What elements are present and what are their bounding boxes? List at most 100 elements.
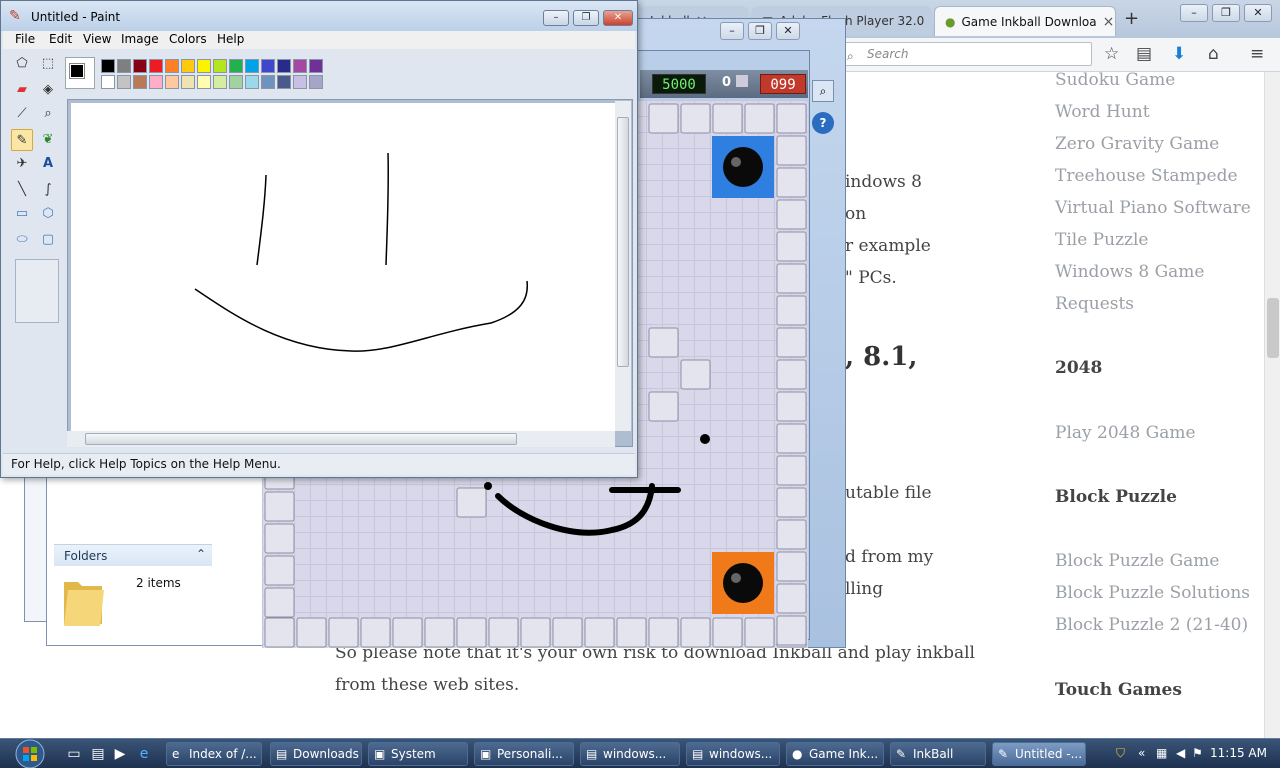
minimize-button[interactable]: – (720, 22, 744, 40)
help-icon[interactable]: ? (812, 112, 834, 134)
magnifier-icon[interactable]: ⌕ (37, 103, 59, 125)
tab-game-inkball[interactable]: ● Game Inkball Downloa × (934, 6, 1116, 36)
show-desktop-icon[interactable]: ▭ (64, 744, 84, 764)
text-tool-icon[interactable]: A (37, 153, 59, 175)
maximize-button[interactable]: ❐ (1212, 4, 1240, 22)
scrollbar-thumb[interactable] (617, 117, 629, 367)
search-icon[interactable]: ⌕ (812, 80, 834, 102)
brush-icon[interactable]: ❦ (37, 129, 59, 151)
minimize-button[interactable]: – (543, 10, 569, 26)
free-select-icon[interactable]: ⬠ (11, 53, 33, 75)
menu-file[interactable]: File (15, 32, 35, 46)
explorer-icon[interactable]: ▤ (88, 744, 108, 764)
taskbar-button[interactable]: ▣ Personali... (474, 742, 574, 766)
menu-image[interactable]: Image (121, 32, 159, 46)
airbrush-icon[interactable]: ✈ (11, 153, 33, 175)
foreground-color[interactable] (69, 63, 85, 79)
tool-options-box[interactable] (15, 259, 59, 323)
network-icon[interactable]: ▦ (1156, 746, 1167, 760)
folders-pane-header[interactable]: Folders ⌃ (54, 544, 212, 566)
palette-swatch[interactable] (309, 59, 323, 73)
taskbar-button[interactable]: ▤ Downloads (270, 742, 362, 766)
menu-help[interactable]: Help (217, 32, 244, 46)
maximize-button[interactable]: ❐ (573, 10, 599, 26)
ellipse-tool-icon[interactable]: ⬭ (11, 229, 33, 251)
menu-view[interactable]: View (83, 32, 111, 46)
sidebar-link[interactable]: Block Puzzle Game (1055, 551, 1220, 571)
line-tool-icon[interactable]: ╲ (11, 179, 33, 201)
sidebar-link[interactable]: Treehouse Stampede (1055, 166, 1238, 186)
sidebar-link[interactable]: Block Puzzle 2 (21-40) (1055, 615, 1248, 635)
palette-swatch[interactable] (261, 59, 275, 73)
palette-swatch[interactable] (117, 59, 131, 73)
scrollbar-thumb[interactable] (1267, 298, 1279, 358)
pencil-icon[interactable]: ✎ (11, 129, 33, 151)
chevron-icon[interactable]: « (1138, 746, 1145, 760)
taskbar-button[interactable]: e Index of /... (166, 742, 262, 766)
taskbar-button[interactable]: ▤ windows... (686, 742, 780, 766)
sidebar-link[interactable]: Play 2048 Game (1055, 423, 1196, 443)
volume-icon[interactable]: ◀ (1176, 746, 1185, 760)
palette-swatch[interactable] (277, 59, 291, 73)
palette-swatch[interactable] (149, 75, 163, 89)
palette-swatch[interactable] (277, 75, 291, 89)
palette-swatch[interactable] (133, 75, 147, 89)
palette-swatch[interactable] (293, 75, 307, 89)
minimize-button[interactable]: – (1180, 4, 1208, 22)
palette-swatch[interactable] (309, 75, 323, 89)
taskbar-button[interactable]: ▣ System (368, 742, 468, 766)
start-button[interactable] (4, 739, 52, 768)
canvas-vertical-scrollbar[interactable] (615, 101, 631, 431)
palette-swatch[interactable] (165, 59, 179, 73)
close-icon[interactable]: × (1103, 8, 1115, 36)
palette-swatch[interactable] (245, 59, 259, 73)
palette-swatch[interactable] (133, 59, 147, 73)
media-player-icon[interactable]: ▶ (110, 744, 130, 764)
sidebar-link[interactable]: Block Puzzle Solutions (1055, 583, 1250, 603)
taskbar-button[interactable]: ● Game Ink... (786, 742, 884, 766)
close-button[interactable]: ✕ (1244, 4, 1272, 22)
polygon-tool-icon[interactable]: ⬡ (37, 203, 59, 225)
scrollbar-thumb[interactable] (85, 433, 517, 445)
page-scrollbar[interactable] (1264, 72, 1280, 738)
download-icon[interactable]: ⬇ (1172, 44, 1186, 64)
palette-swatch[interactable] (229, 59, 243, 73)
palette-swatch[interactable] (117, 75, 131, 89)
new-tab-icon[interactable]: + (1124, 8, 1139, 29)
rounded-rect-tool-icon[interactable]: ▢ (37, 229, 59, 251)
sidebar-link[interactable]: Virtual Piano Software (1055, 198, 1251, 218)
palette-swatch[interactable] (197, 59, 211, 73)
flag-icon[interactable]: ⚑ (1192, 746, 1203, 760)
rect-select-icon[interactable]: ⬚ (37, 53, 59, 75)
maximize-button[interactable]: ❐ (748, 22, 772, 40)
palette-swatch[interactable] (245, 75, 259, 89)
fill-bucket-icon[interactable]: ◈ (37, 79, 59, 101)
menu-colors[interactable]: Colors (169, 32, 207, 46)
bookmark-star-icon[interactable]: ☆ (1104, 44, 1119, 64)
drawing-canvas[interactable] (71, 103, 617, 431)
palette-swatch[interactable] (181, 75, 195, 89)
sidebar-link[interactable]: Tile Puzzle (1055, 230, 1148, 250)
palette-swatch[interactable] (165, 75, 179, 89)
current-colors[interactable] (65, 57, 95, 89)
color-picker-icon[interactable]: ⟋ (11, 103, 33, 125)
sidebar-link[interactable]: Word Hunt (1055, 102, 1150, 122)
curve-tool-icon[interactable]: ∫ (37, 179, 59, 201)
reading-list-icon[interactable]: ▤ (1136, 44, 1152, 64)
chevron-up-icon[interactable]: ⌃ (196, 547, 206, 561)
taskbar-button[interactable]: ✎ InkBall (890, 742, 986, 766)
sidebar-link[interactable]: Zero Gravity Game (1055, 134, 1219, 154)
palette-swatch[interactable] (293, 59, 307, 73)
home-icon[interactable]: ⌂ (1208, 44, 1219, 64)
taskbar-button[interactable]: ▤ windows... (580, 742, 680, 766)
palette-swatch[interactable] (213, 59, 227, 73)
palette-swatch[interactable] (261, 75, 275, 89)
palette-swatch[interactable] (229, 75, 243, 89)
menu-edit[interactable]: Edit (49, 32, 72, 46)
ie-icon[interactable]: e (134, 744, 154, 764)
taskbar-button[interactable]: ✎ Untitled -... (992, 742, 1086, 766)
search-input[interactable]: ⌕ Search (840, 42, 1092, 66)
close-button[interactable]: ✕ (776, 22, 800, 40)
paint-title-bar[interactable]: ✎ Untitled - Paint – ❐ ✕ (1, 1, 637, 31)
rectangle-tool-icon[interactable]: ▭ (11, 203, 33, 225)
